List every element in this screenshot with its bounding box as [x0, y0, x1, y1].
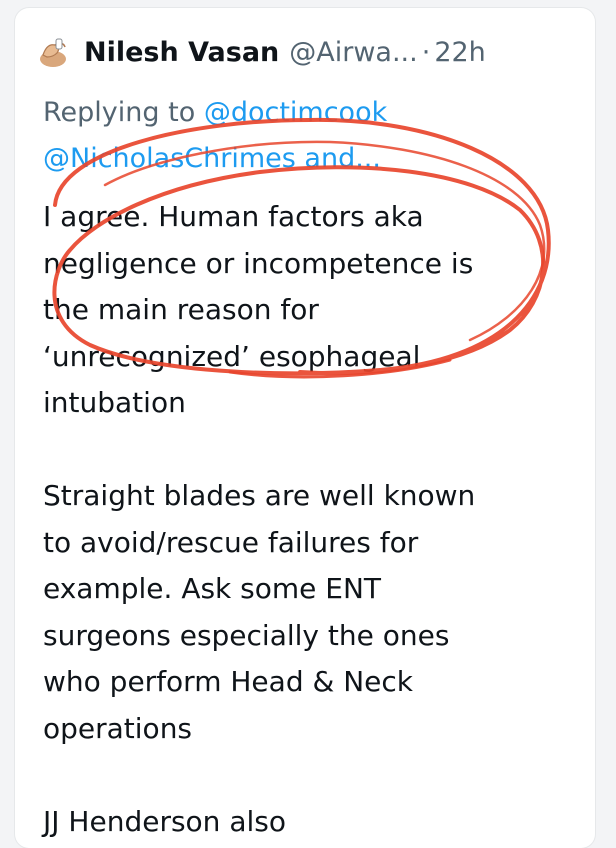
- tweet-text-line: operations: [43, 711, 193, 745]
- timestamp[interactable]: 22h: [434, 37, 485, 68]
- tweet-text-line: to avoid/rescue failures for: [43, 525, 419, 559]
- tweet-text-line: intubation: [43, 386, 186, 419]
- tweet-text-line: who perform Head & Neck: [43, 665, 414, 698]
- tweet-text-line: negligence or incompetence is: [43, 246, 474, 280]
- author-name[interactable]: Nilesh Vasan: [84, 37, 279, 68]
- tweet-text-line: I agree. Human factors aka: [43, 200, 424, 233]
- replying-to: Replying to @doctimcook @NicholasChrimes…: [43, 90, 573, 182]
- tweet-text-line: the main reason for: [43, 293, 319, 326]
- replying-prefix: Replying to: [43, 97, 196, 128]
- author-handle[interactable]: @Airwa...: [289, 37, 417, 68]
- tweet-text: I agree. Human factors aka negligence or…: [43, 194, 588, 845]
- tweet-text-line: Straight blades are well known: [43, 479, 476, 512]
- tweet-header: Nilesh Vasan @Airwa... · 22h: [36, 30, 486, 74]
- separator-dot: ·: [421, 36, 431, 68]
- hand-emoji-avatar-icon[interactable]: [36, 34, 72, 70]
- tweet-text-line: JJ Henderson also: [43, 804, 286, 838]
- tweet-text-line: example. Ask some ENT: [43, 572, 382, 605]
- tweet-text-line: surgeons especially the ones: [43, 618, 450, 652]
- tweet-text-line: ‘unrecognized’ esophageal: [43, 339, 421, 373]
- mention-link[interactable]: @doctimcook: [204, 97, 387, 128]
- mention-link[interactable]: @NicholasChrimes and...: [43, 143, 381, 174]
